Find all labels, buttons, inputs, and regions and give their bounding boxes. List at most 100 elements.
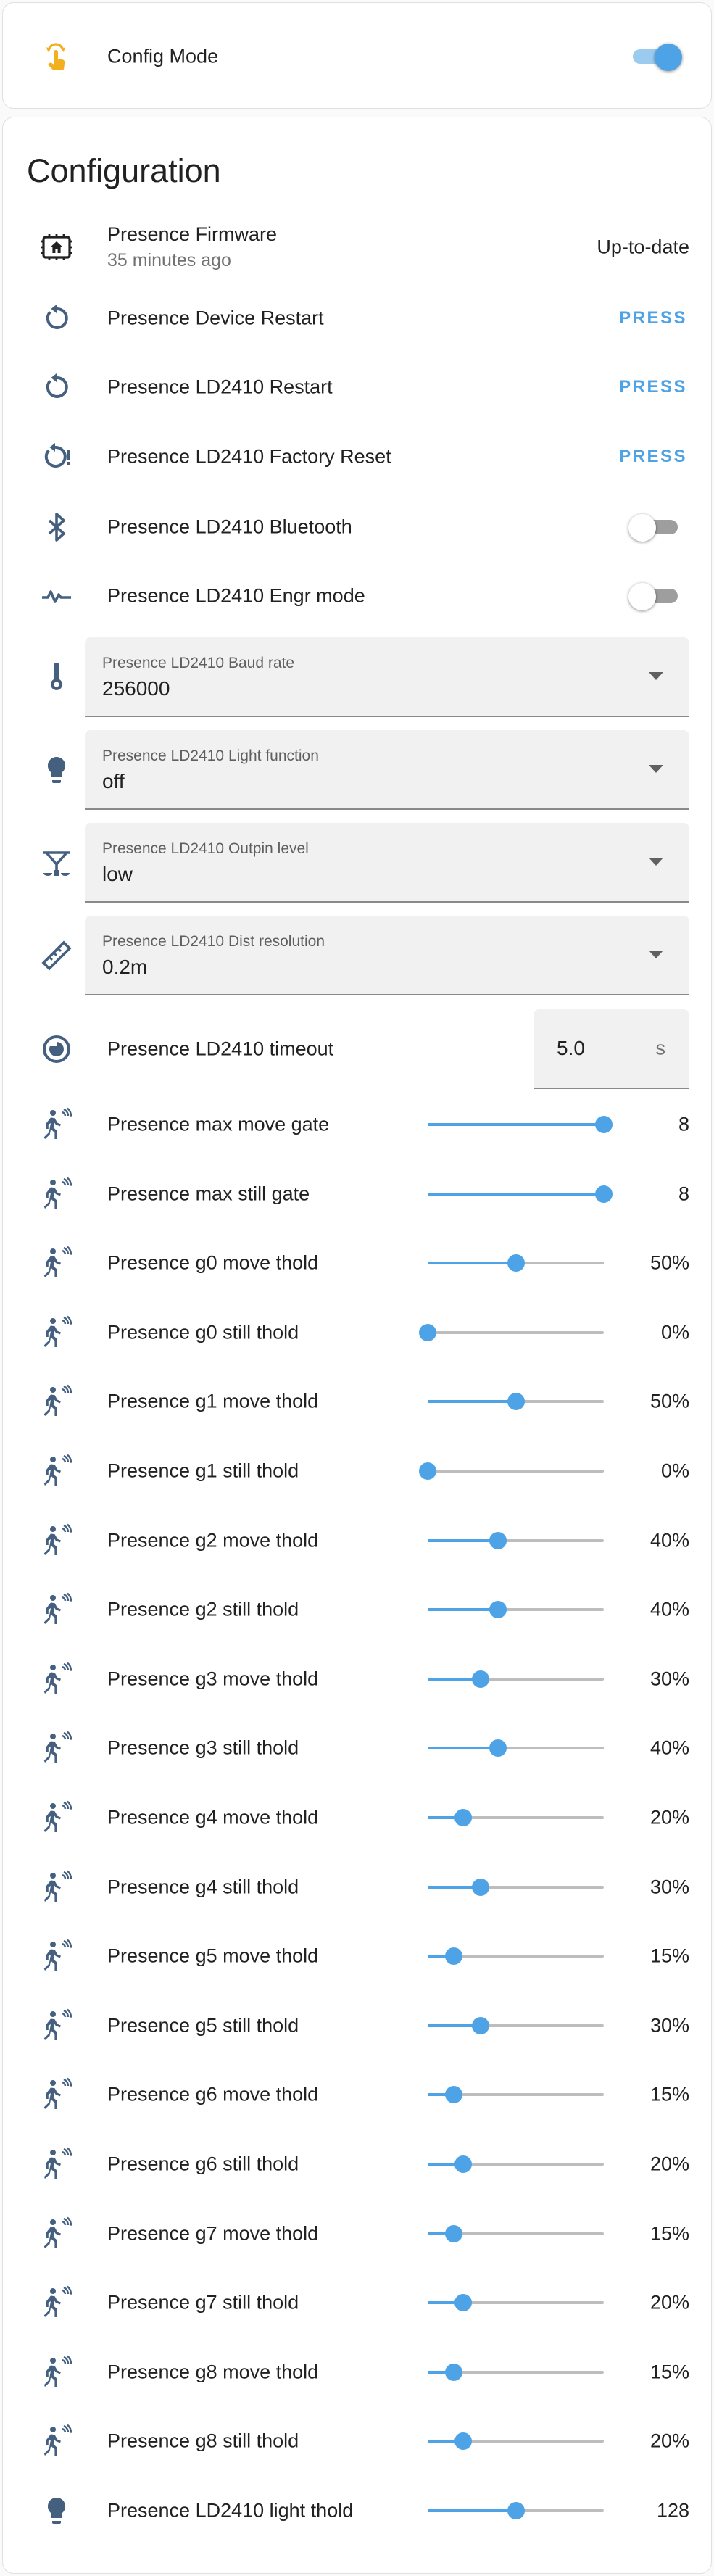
config-mode-toggle[interactable] <box>628 41 682 73</box>
slider[interactable] <box>428 1252 604 1274</box>
button-label: Presence Device Restart <box>107 307 324 329</box>
slider-value: 0% <box>660 1321 689 1343</box>
timeout-value: 5.0 <box>557 1037 585 1059</box>
slider-value: 40% <box>649 1529 689 1552</box>
slider[interactable] <box>428 1391 604 1412</box>
engr-mode-toggle[interactable] <box>628 580 682 612</box>
slider[interactable] <box>428 1876 604 1898</box>
slider-value: 20% <box>649 2430 689 2452</box>
slider-thumb[interactable] <box>471 2017 489 2034</box>
firmware-row[interactable]: Presence Firmware 35 minutes ago Up-to-d… <box>3 212 711 282</box>
scale-icon <box>30 837 83 889</box>
slider-value: 0% <box>660 1459 689 1482</box>
slider-thumb[interactable] <box>471 1670 489 1688</box>
configuration-card: Configuration Presence Firmware 35 minut… <box>2 117 712 2574</box>
outpin-level-select[interactable]: Presence LD2410 Outpin level low <box>85 823 689 903</box>
slider-thumb[interactable] <box>471 1879 489 1896</box>
slider-fill <box>428 1123 604 1126</box>
slider[interactable] <box>428 1530 604 1552</box>
slider-row: Presence g2 still thold 40% <box>3 1575 711 1644</box>
card-title: Configuration <box>27 152 221 189</box>
press-button[interactable]: PRESS <box>619 447 687 467</box>
config-mode-card: Config Mode <box>2 2 712 109</box>
firmware-label: Presence Firmware <box>107 223 278 245</box>
slider[interactable] <box>428 2015 604 2037</box>
slider[interactable] <box>419 1460 604 1482</box>
slider[interactable] <box>428 2292 604 2314</box>
slider-thumb[interactable] <box>445 2086 463 2103</box>
motion-sensor-icon <box>30 1237 83 1289</box>
slider-row: Presence g0 move thold 50% <box>3 1228 711 1298</box>
slider[interactable] <box>428 1737 604 1759</box>
motion-sensor-icon <box>30 2138 83 2190</box>
slider-row: Presence g6 move thold 15% <box>3 2060 711 2129</box>
slider-label: Presence g2 move thold <box>107 1529 319 1552</box>
slider[interactable] <box>428 1114 613 1135</box>
slider-thumb[interactable] <box>445 2225 463 2242</box>
slider[interactable] <box>428 1945 604 1967</box>
button-row-factory-reset: Presence LD2410 Factory Reset PRESS <box>3 422 711 492</box>
chip-home-icon <box>30 221 83 273</box>
slider-thumb[interactable] <box>507 1254 525 1272</box>
motion-sensor-icon <box>30 2346 83 2398</box>
baud-rate-select[interactable]: Presence LD2410 Baud rate 256000 <box>85 637 689 717</box>
slider-thumb[interactable] <box>454 1809 472 1826</box>
slider-thumb[interactable] <box>419 1324 436 1341</box>
slider[interactable] <box>428 2361 604 2383</box>
slider-thumb[interactable] <box>507 1393 525 1410</box>
slider-label: Presence LD2410 light thold <box>107 2499 354 2522</box>
slider[interactable] <box>428 2223 604 2245</box>
slider[interactable] <box>419 1322 604 1343</box>
button-label: Presence LD2410 Restart <box>107 376 333 398</box>
slider[interactable] <box>428 1668 604 1690</box>
slider-label: Presence g6 still thold <box>107 2153 299 2175</box>
slider-label: Presence g6 move thold <box>107 2083 319 2105</box>
select-value: low <box>102 863 133 885</box>
motion-sensor-icon <box>30 2208 83 2260</box>
slider-thumb[interactable] <box>489 1739 507 1757</box>
slider-row: Presence g6 still thold 20% <box>3 2129 711 2199</box>
slider-thumb[interactable] <box>454 2432 472 2450</box>
slider-row: Presence g7 still thold 20% <box>3 2268 711 2337</box>
press-button[interactable]: PRESS <box>619 308 687 328</box>
slider-thumb[interactable] <box>507 2502 525 2519</box>
timeout-input[interactable]: 5.0 s <box>534 1009 689 1089</box>
slider[interactable] <box>428 1599 604 1620</box>
slider-label: Presence g2 still thold <box>107 1598 299 1620</box>
slider-thumb[interactable] <box>489 1532 507 1549</box>
slider-thumb[interactable] <box>419 1462 436 1480</box>
slider-thumb[interactable] <box>445 1947 463 1965</box>
slider-thumb[interactable] <box>445 2364 463 2381</box>
bluetooth-icon <box>30 501 83 553</box>
slider[interactable] <box>428 2430 604 2452</box>
press-button[interactable]: PRESS <box>619 377 687 397</box>
ruler-icon <box>30 929 83 982</box>
slider[interactable] <box>428 2153 604 2175</box>
slider-label: Presence max still gate <box>107 1183 310 1205</box>
lightbulb-icon <box>30 744 83 796</box>
dist-resolution-select[interactable]: Presence LD2410 Dist resolution 0.2m <box>85 916 689 995</box>
slider[interactable] <box>428 2500 604 2522</box>
select-value: 0.2m <box>102 956 148 978</box>
factory-reset-icon <box>30 431 83 483</box>
slider-thumb[interactable] <box>595 1185 613 1203</box>
slider-value: 8 <box>678 1183 689 1205</box>
select-label: Presence LD2410 Light function <box>102 747 319 764</box>
bluetooth-toggle[interactable] <box>628 511 682 543</box>
slider[interactable] <box>428 2084 604 2105</box>
select-label: Presence LD2410 Baud rate <box>102 655 295 671</box>
switch-label: Presence LD2410 Engr mode <box>107 584 365 607</box>
slider-thumb[interactable] <box>489 1601 507 1618</box>
slider[interactable] <box>428 1807 604 1829</box>
slider-fill <box>428 1193 604 1196</box>
slider-row: Presence max move gate 8 <box>3 1090 711 1159</box>
timeout-unit: s <box>655 1037 666 1059</box>
motion-sensor-icon <box>30 2068 83 2121</box>
select-label: Presence LD2410 Outpin level <box>102 840 309 857</box>
slider-thumb[interactable] <box>454 2294 472 2311</box>
slider-value: 30% <box>649 1876 689 1898</box>
slider[interactable] <box>428 1183 613 1205</box>
light-function-select[interactable]: Presence LD2410 Light function off <box>85 730 689 810</box>
slider-thumb[interactable] <box>595 1116 613 1133</box>
slider-thumb[interactable] <box>454 2155 472 2173</box>
